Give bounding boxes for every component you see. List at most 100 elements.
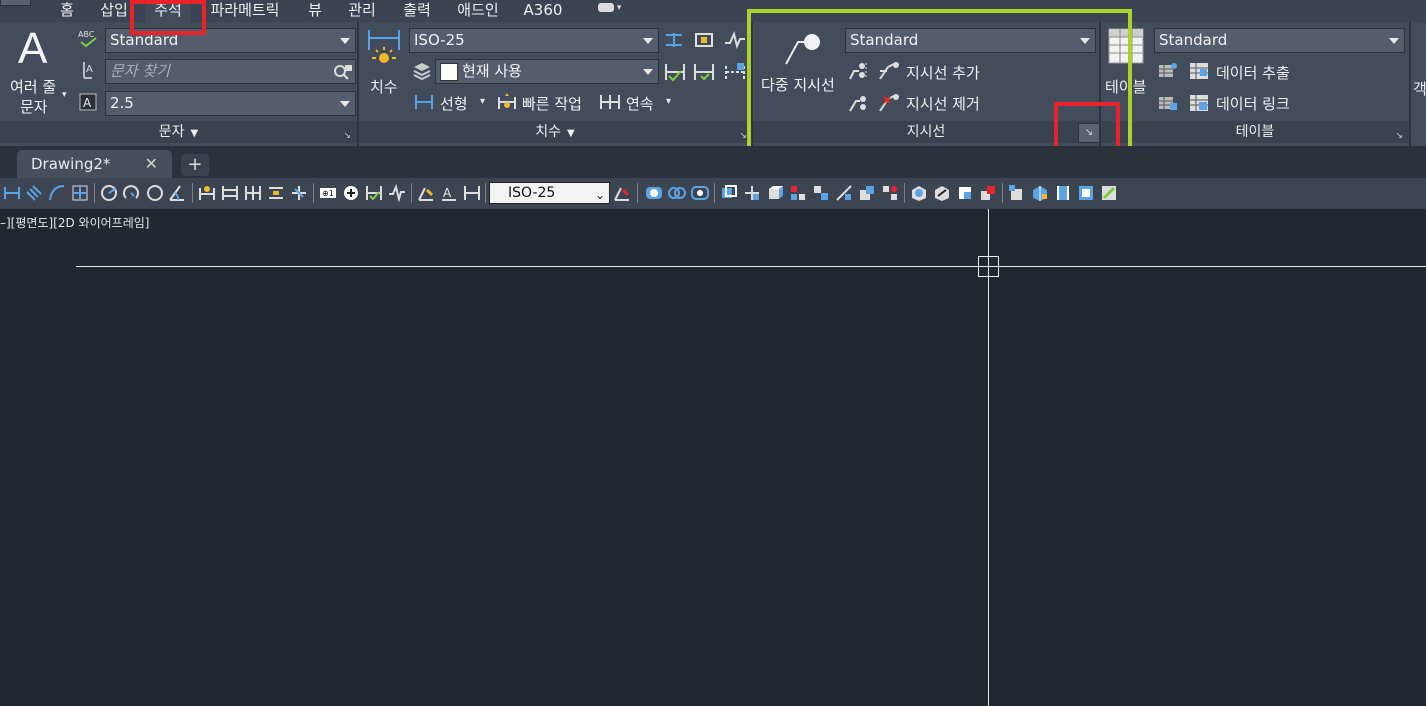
dialog-launcher-icon[interactable]: ↘ — [1395, 125, 1403, 147]
drawing-canvas[interactable]: –][평면도][2D 와이어프레임] — [0, 209, 1426, 706]
table-style-combo[interactable]: Standard — [1154, 28, 1405, 53]
extract-data-label[interactable]: 데이터 추출 — [1216, 62, 1290, 83]
file-tab-drawing2[interactable]: Drawing2* ✕ — [17, 150, 172, 178]
toolbar-separator — [411, 183, 412, 203]
ribbon-minimize-button[interactable]: ▾ — [598, 3, 632, 18]
svg-text:ABC: ABC — [78, 30, 95, 39]
view-front-icon[interactable] — [1008, 184, 1026, 202]
baseline-icon[interactable] — [221, 184, 239, 202]
tab-manage[interactable]: 관리 — [344, 0, 380, 22]
text-panel-title[interactable]: 문자 ▼ ↘ — [0, 121, 357, 143]
tab-addins[interactable]: 애드인 — [453, 0, 503, 22]
extrude-icon[interactable] — [979, 184, 997, 202]
data-link-label[interactable]: 데이터 링크 — [1216, 93, 1290, 114]
mirror-icon[interactable] — [881, 184, 899, 202]
toolbar-separator — [313, 183, 314, 203]
view-side-icon[interactable] — [1054, 184, 1072, 202]
diameter-icon[interactable] — [146, 184, 164, 202]
angular-icon[interactable] — [168, 184, 186, 202]
quick-dim-label[interactable]: 빠른 작업 — [522, 93, 582, 114]
jogged-icon[interactable] — [122, 184, 140, 202]
dimension-space-icon[interactable] — [267, 184, 285, 202]
ring-outline-icon[interactable] — [691, 184, 709, 202]
new-tab-button[interactable]: + — [181, 154, 209, 176]
svg-text:A: A — [83, 96, 92, 110]
subtract-icon[interactable] — [933, 184, 951, 202]
tab-output[interactable]: 출력 — [399, 0, 435, 22]
scale-icon[interactable] — [835, 184, 853, 202]
union-icon[interactable] — [910, 184, 928, 202]
highlight-annotate-tab — [130, 0, 206, 35]
dim-layer-combo[interactable]: 현재 사용 — [435, 59, 659, 84]
viewport-controls-label[interactable]: –][평면도][2D 와이어프레임] — [0, 214, 149, 231]
check-spelling-icon[interactable]: ABC — [78, 30, 100, 48]
aligned-icon[interactable] — [25, 184, 43, 202]
dim-jog-icon[interactable] — [724, 30, 746, 50]
chevron-down-icon[interactable]: ▾ — [480, 96, 485, 107]
dimension-edit-icon[interactable] — [417, 184, 435, 202]
move-icon[interactable] — [743, 184, 761, 202]
radius-icon[interactable] — [100, 184, 118, 202]
dim-update-icon[interactable] — [693, 62, 715, 82]
objects-panel-label-cut[interactable]: 객 — [1413, 78, 1426, 99]
dim-adjust-space-icon[interactable] — [693, 31, 715, 49]
dual-ring-icon[interactable] — [668, 184, 686, 202]
continue-dim-label[interactable]: 연속 — [626, 93, 654, 114]
cube-icon[interactable] — [766, 184, 784, 202]
continue-dim-icon[interactable] — [599, 93, 621, 111]
dimension-button[interactable]: 치수 — [362, 26, 406, 112]
link-cell-icon[interactable] — [1157, 61, 1179, 81]
data-link-icon[interactable] — [1188, 93, 1210, 113]
dim-reassociate-icon[interactable] — [724, 62, 746, 82]
tab-insert[interactable]: 삽입 — [96, 0, 132, 22]
quick-dim-icon[interactable] — [497, 93, 517, 111]
multiline-text-button[interactable]: A 여러 줄 문자 ▾ — [4, 24, 68, 116]
toolbar-separator — [94, 183, 95, 203]
tab-a360[interactable]: A360 — [522, 0, 564, 22]
view-iso-icon[interactable] — [1031, 184, 1049, 202]
arc-length-icon[interactable] — [48, 184, 66, 202]
dimension-update-icon[interactable] — [463, 184, 481, 202]
quick-dimension-icon[interactable] — [198, 184, 216, 202]
chevron-down-icon[interactable]: ▾ — [666, 96, 671, 107]
text-height-combo[interactable]: 2.5 — [105, 91, 356, 116]
view-box-icon[interactable] — [1077, 184, 1095, 202]
dialog-launcher-icon[interactable]: ↘ — [739, 125, 747, 147]
dimension-text-edit-icon[interactable]: A — [440, 184, 458, 202]
dim-style-combo[interactable]: ISO-25 — [409, 28, 659, 53]
tab-home[interactable]: 홈 — [55, 0, 79, 22]
table-panel-title[interactable]: 테이블 ↘ — [1101, 121, 1409, 143]
array-icon[interactable] — [789, 184, 807, 202]
jogged-linear-icon[interactable] — [388, 184, 406, 202]
find-text-input[interactable]: 문자 찾기 — [105, 59, 356, 84]
blue-ring-icon[interactable] — [645, 184, 663, 202]
dimension-panel-title[interactable]: 치수 ▼ ↘ — [359, 121, 751, 143]
intersect-icon[interactable] — [956, 184, 974, 202]
stretch-icon[interactable] — [858, 184, 876, 202]
linear-dim-icon[interactable] — [414, 93, 434, 111]
render-icon[interactable] — [1100, 184, 1118, 202]
tab-parametric[interactable]: 파라메트릭 — [206, 0, 284, 22]
inspection-icon[interactable] — [365, 184, 383, 202]
linear-dim-label[interactable]: 선형 — [440, 93, 468, 114]
application-menu-button[interactable] — [0, 0, 31, 6]
dim-inspect-icon[interactable] — [664, 62, 686, 82]
extract-data-icon[interactable] — [1188, 61, 1210, 81]
dimension-break-icon[interactable] — [290, 184, 308, 202]
rotate-icon[interactable] — [812, 184, 830, 202]
center-mark-icon[interactable] — [342, 184, 360, 202]
download-from-source-icon[interactable] — [1157, 93, 1179, 113]
dimension-style-icon[interactable] — [613, 184, 631, 202]
close-icon[interactable]: ✕ — [145, 150, 158, 178]
tab-view[interactable]: 뷰 — [304, 0, 326, 22]
dialog-launcher-icon[interactable]: ↘ — [343, 125, 351, 147]
continue-icon[interactable] — [244, 184, 262, 202]
tolerance-icon[interactable]: ⊕1 — [319, 184, 337, 202]
chevron-down-icon: ⌄ — [594, 188, 605, 202]
linear-icon[interactable] — [3, 184, 21, 202]
dim-break-icon[interactable] — [664, 31, 684, 49]
ordinate-icon[interactable] — [71, 184, 89, 202]
find-replace-icon[interactable] — [333, 63, 353, 80]
toolbar-dimstyle-combo[interactable]: ISO-25 ⌄ — [489, 182, 610, 204]
box-copy-icon[interactable] — [720, 184, 738, 202]
